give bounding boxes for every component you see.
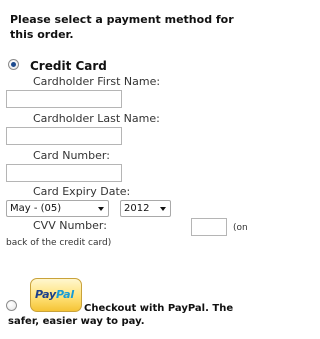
first-name-label: Cardholder First Name: <box>33 75 161 88</box>
expiry-month-value: May - (05) <box>10 203 62 214</box>
cvv-input[interactable] <box>191 218 227 236</box>
credit-card-radio[interactable] <box>8 59 19 70</box>
first-name-input[interactable] <box>6 90 122 108</box>
cvv-label: CVV Number: <box>33 219 107 232</box>
last-name-input[interactable] <box>6 127 122 145</box>
paypal-logo-pay: Pay <box>35 288 57 301</box>
chevron-down-icon <box>98 207 104 211</box>
expiry-date-label: Card Expiry Date: <box>33 185 131 198</box>
paypal-logo-pal: Pal <box>56 288 74 301</box>
last-name-label: Cardholder Last Name: <box>33 112 160 125</box>
expiry-year-select[interactable]: 2012 <box>120 200 171 217</box>
card-number-input[interactable] <box>6 164 122 182</box>
credit-card-label[interactable]: Credit Card <box>30 59 107 73</box>
expiry-year-value: 2012 <box>124 203 150 214</box>
chevron-down-icon <box>160 207 166 211</box>
payment-method-heading: Please select a payment method for this … <box>10 13 234 41</box>
paypal-logo-text: PayPal <box>35 288 74 301</box>
cvv-note-start: (on <box>233 223 248 233</box>
card-number-label: Card Number: <box>33 149 110 162</box>
cvv-note-end: back of the credit card) <box>6 238 112 248</box>
expiry-month-select[interactable]: May - (05) <box>6 200 109 217</box>
paypal-description: Checkout with PayPal. The safer, easier … <box>8 303 234 327</box>
